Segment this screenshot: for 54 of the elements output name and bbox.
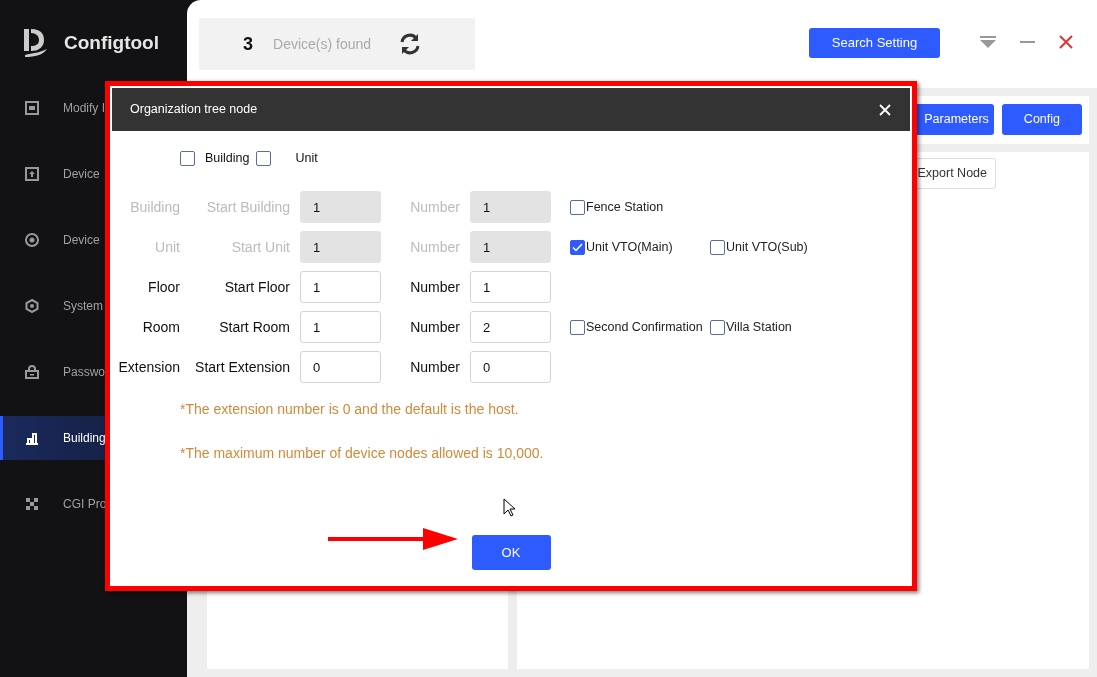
checkbox-label: Building bbox=[205, 149, 250, 167]
checkbox[interactable] bbox=[570, 319, 585, 335]
checkbox-label: Fence Station bbox=[586, 198, 664, 216]
hexagon-icon bbox=[25, 299, 39, 313]
input-field[interactable]: 1 bbox=[470, 271, 551, 303]
checkbox-label: Second Confirmation bbox=[586, 318, 703, 336]
input-field[interactable]: 2 bbox=[470, 311, 551, 343]
checkbox-label: Unit VTO(Main) bbox=[586, 238, 673, 256]
device-found-label: Device(s) found bbox=[273, 34, 373, 54]
checkbox-label: Unit bbox=[295, 149, 318, 167]
input-field[interactable]: 0 bbox=[470, 351, 551, 383]
field-label: Number bbox=[409, 357, 460, 377]
ok-button[interactable]: OK bbox=[471, 535, 551, 570]
note-text: *The extension number is 0 and the default is the host. bbox=[179, 400, 520, 419]
field-label: Start Unit bbox=[230, 237, 290, 257]
upload-icon bbox=[25, 167, 39, 181]
field-label: Number bbox=[409, 277, 460, 297]
row-label: Floor bbox=[147, 277, 180, 297]
field-label: Start Building bbox=[205, 197, 290, 217]
refresh-icon bbox=[398, 32, 422, 56]
row-label: Unit bbox=[154, 237, 180, 257]
device-count: 3 bbox=[243, 32, 253, 56]
search-setting-button[interactable]: Search Setting bbox=[809, 28, 940, 58]
lock-icon bbox=[25, 365, 39, 379]
refresh-button[interactable] bbox=[398, 32, 422, 56]
toolbar-button[interactable]: Config bbox=[1001, 104, 1082, 135]
field-label: Number bbox=[409, 237, 460, 257]
dialog-title: Organization tree node bbox=[130, 101, 258, 119]
grid-icon bbox=[25, 497, 39, 511]
app-title: Configtool bbox=[64, 30, 159, 55]
bar-chart-icon bbox=[25, 431, 39, 445]
field-label: Start Room bbox=[218, 317, 290, 337]
checkbox[interactable] bbox=[180, 150, 195, 166]
row-label: Extension bbox=[117, 357, 180, 377]
target-icon bbox=[25, 233, 39, 247]
close-button[interactable] bbox=[878, 102, 892, 117]
close-icon bbox=[878, 102, 892, 117]
close-icon[interactable] bbox=[1059, 35, 1073, 49]
row-label: Building bbox=[129, 197, 180, 217]
checkbox-label: Unit VTO(Sub) bbox=[726, 238, 808, 256]
input-field[interactable]: 0 bbox=[300, 351, 381, 383]
field-label: Start Floor bbox=[223, 277, 290, 297]
field-label: Start Extension bbox=[194, 357, 290, 377]
checkbox[interactable] bbox=[710, 319, 725, 335]
row-label: Room bbox=[141, 317, 180, 337]
ip-icon bbox=[25, 101, 39, 115]
dropdown-icon[interactable] bbox=[980, 36, 996, 48]
checkbox[interactable] bbox=[256, 150, 272, 166]
cursor-icon bbox=[503, 498, 517, 517]
checkbox-label: Villa Station bbox=[726, 318, 792, 336]
input-field[interactable]: 1 bbox=[300, 311, 381, 343]
input-field[interactable]: 1 bbox=[300, 271, 381, 303]
field-label: Number bbox=[409, 317, 460, 337]
field-label: Number bbox=[409, 197, 460, 217]
